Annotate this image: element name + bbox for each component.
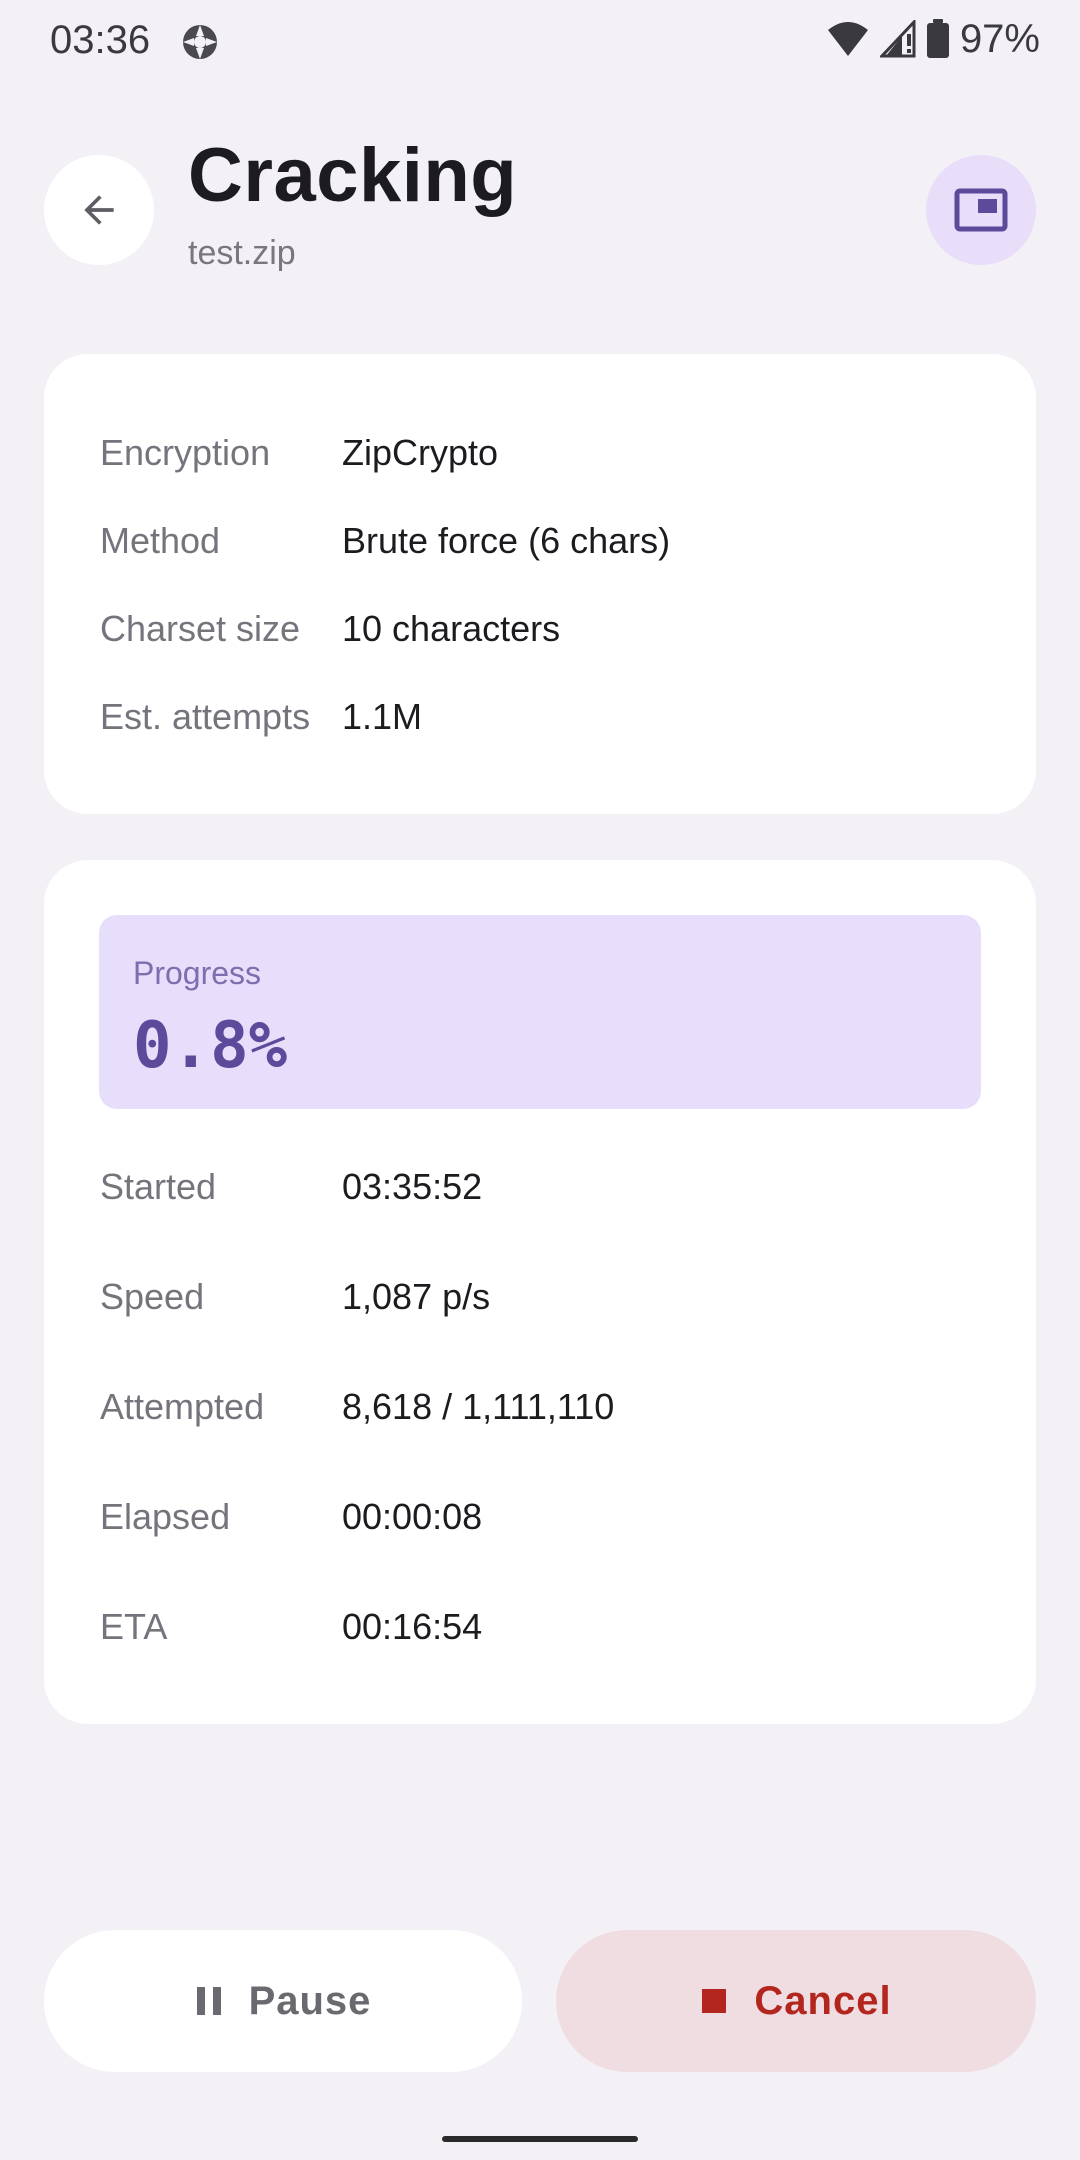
info-value: ZipCrypto	[342, 432, 499, 473]
pause-label: Pause	[248, 1978, 372, 2023]
stop-icon	[702, 1989, 727, 2013]
info-value: 1.1M	[342, 696, 423, 737]
info-label: Method	[100, 520, 221, 561]
info-card: Encryption ZipCrypto Method Brute force …	[44, 354, 1036, 814]
info-label: Encryption	[100, 432, 271, 473]
page-title: Cracking	[188, 133, 518, 218]
status-indicators: 97%	[826, 14, 1040, 64]
picture-in-picture-button[interactable]	[926, 155, 1036, 265]
cancel-button[interactable]: Cancel	[556, 1930, 1036, 2072]
picture-in-picture-icon	[954, 188, 1008, 232]
stat-value: 1,087 p/s	[342, 1276, 491, 1317]
cancel-label: Cancel	[754, 1978, 892, 2023]
wifi-icon	[827, 22, 868, 56]
info-label: Charset size	[100, 608, 301, 649]
battery-percentage: 97%	[959, 16, 1040, 61]
stat-value: 00:16:54	[342, 1606, 483, 1647]
progress-card: Progress 0.8% Started 03:35:52 Speed 1,0…	[44, 860, 1036, 1724]
stat-value: 00:00:08	[342, 1496, 483, 1537]
pause-button[interactable]: Pause	[44, 1930, 522, 2072]
stat-label: Speed	[100, 1276, 205, 1317]
progress-value: 0.8%	[133, 1009, 288, 1083]
stat-label: ETA	[100, 1606, 168, 1647]
stat-label: Elapsed	[100, 1496, 231, 1537]
back-button[interactable]	[44, 155, 154, 265]
gesture-navigation-bar[interactable]	[442, 2136, 638, 2142]
pause-icon	[196, 1987, 221, 2015]
stat-label: Started	[100, 1166, 217, 1207]
info-label: Est. attempts	[100, 696, 311, 737]
info-value: Brute force (6 chars)	[342, 520, 671, 561]
stat-label: Attempted	[100, 1386, 265, 1427]
file-name: test.zip	[188, 234, 296, 272]
status-bar: 03:36 97%	[0, 0, 1080, 80]
app-notification-icon	[183, 25, 217, 59]
arrow-left-icon	[84, 195, 114, 225]
status-time: 03:36	[50, 18, 151, 62]
cell-signal-icon	[879, 20, 916, 58]
stat-value: 03:35:52	[342, 1166, 483, 1207]
progress-label: Progress	[133, 955, 262, 991]
info-value: 10 characters	[342, 608, 561, 649]
progress-panel: Progress 0.8%	[99, 915, 981, 1109]
stat-value: 8,618 / 1,111,110	[342, 1386, 615, 1427]
battery-icon	[926, 19, 949, 58]
